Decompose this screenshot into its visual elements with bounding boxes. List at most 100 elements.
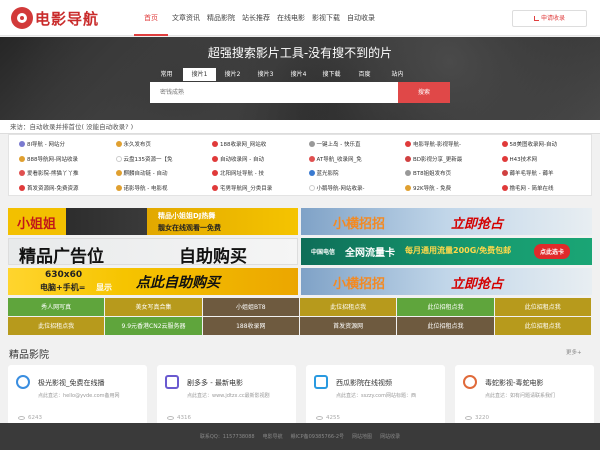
tab-search-download[interactable]: 搜下载 (315, 68, 348, 81)
text-ad-link[interactable]: 秀人网写真 (8, 298, 106, 317)
link-item[interactable]: 北阳网址导航 - 技 (212, 166, 309, 181)
ad-telecom-desc: 每月通用流量200G/免费包邮 (405, 246, 512, 255)
footer-link: 联系QQ：1157738088 (199, 434, 255, 440)
submit-site-button[interactable]: 申请收录 (512, 10, 587, 27)
link-label: 蓝光影院 (316, 171, 339, 178)
link-item[interactable]: 58美图收录网-自动 (501, 137, 599, 152)
ad-rent-2-title: 小横招招 (333, 277, 386, 292)
link-item[interactable]: BD影视分享_更新最 (405, 152, 502, 167)
cinema-card[interactable]: 西瓜影院在线视频 点此直达：sszzy.com网站标题：西 4255 (306, 365, 445, 425)
ad-banner-rent-1[interactable]: 小横招招 立即抢占 (301, 208, 592, 235)
card-description: 点此直达：如有问题请联系我们 (485, 393, 556, 399)
link-label: 北阳网址导航 - 技 (220, 171, 264, 178)
text-ad-link[interactable]: 此位招租点我 (299, 298, 398, 317)
link-item[interactable]: 永久发布页 (115, 137, 213, 152)
site-favicon-icon (405, 141, 411, 148)
link-item[interactable]: 麒麟自动链 - 自动 (115, 166, 213, 181)
site-favicon-icon (115, 155, 122, 162)
text-ad-link[interactable]: 此位招租点我 (397, 298, 495, 317)
nav-downloads[interactable]: 影视下载 (309, 0, 343, 36)
link-item[interactable]: 92K导航 - 免费 (405, 181, 502, 196)
link-item[interactable]: 薅羊毛导航 - 薅羊 (501, 166, 599, 181)
text-ad-link[interactable]: 188收录网 (202, 317, 300, 336)
text-ad-link[interactable]: 小姐姐BT8 (202, 298, 300, 317)
tab-baidu[interactable]: 百度 (348, 68, 381, 81)
ad-display-label: 显示 (96, 283, 112, 292)
nav-auto-collect[interactable]: 自动收录 (344, 0, 378, 36)
tab-common[interactable]: 常用 (150, 68, 183, 81)
link-item[interactable]: BT8姐姐发布页 (405, 166, 502, 181)
search-input[interactable] (150, 82, 398, 103)
hero-title: 超强搜索影片工具-没有搜不到的片 (207, 46, 393, 60)
ad-banner-buy[interactable]: 精品广告位 自助购买 (8, 238, 298, 265)
link-item[interactable]: AT导航_收录网_免 (308, 152, 406, 167)
nav-home[interactable]: 首页 (134, 0, 168, 36)
text-ad-link[interactable]: 9.9元香港CN2云服务器 (105, 317, 203, 336)
link-item[interactable]: 8l导航 - 网站分 (19, 137, 116, 152)
link-label: H43技术网 (509, 156, 538, 163)
main-nav: 首页 文章资讯 精品影院 站长推荐 在线电影 影视下载 自动收录 (134, 0, 379, 36)
tab-search-2[interactable]: 搜片2 (216, 68, 249, 81)
link-item[interactable]: 爱看影院-熊猫丫丫推 (19, 166, 116, 181)
text-ad-link[interactable]: 首发资源网 (299, 317, 398, 336)
link-item[interactable]: 电影导航-影视导航- (405, 137, 502, 152)
site-logo[interactable]: 电影导航 (11, 7, 99, 29)
footer-link[interactable]: 网站收录 (380, 433, 400, 440)
tab-search-1[interactable]: 搜片1 (183, 68, 216, 81)
link-label: 撸毛网 - 简单在线 (509, 185, 554, 192)
footer-link[interactable]: 赣ICP备09385766-2号 (291, 433, 344, 440)
nav-cinema[interactable]: 精品影院 (204, 0, 238, 36)
link-item[interactable]: 888导航网-网站收录 (19, 152, 116, 167)
text-ad-link[interactable]: 美女写真合集 (105, 298, 203, 317)
ad-telecom-cta: 点此选卡 (534, 244, 571, 259)
links-box: 8l导航 - 网站分 永久发布页 188收录网_网站收 一键上岛 - 快乐直 电影导航-… (8, 134, 592, 196)
text-ad-link[interactable]: 此位招租点我 (494, 317, 592, 336)
snake-icon (463, 375, 477, 389)
nav-online-movies[interactable]: 在线电影 (274, 0, 308, 36)
link-item[interactable]: 自动收录网 - 自动 (212, 152, 309, 167)
link-item[interactable]: 小鹅导航-网站收录- (308, 181, 406, 196)
ad-banner-telecom[interactable]: 中国电信 全网流量卡 每月通用流量200G/免费包邮 点此选卡 (301, 238, 592, 265)
cinema-card[interactable]: 剧多多 - 最新电影 点此直达：www.jdtzx.cc最新影视剧 4316 (157, 365, 296, 425)
text-ad-row-2: 此位招租点我 9.9元香港CN2云服务器 188收录网 首发资源网 此位招租点我 此位招租… (8, 317, 592, 336)
ad-size-label: 630x60 (45, 270, 83, 280)
link-item[interactable]: 诺影导航 - 电影视 (115, 181, 213, 196)
tab-search-4[interactable]: 搜片4 (282, 68, 315, 81)
cinema-card[interactable]: 极光影视_免费在线播 点此直达：hello@yvde.com备用网 6243 (8, 365, 147, 425)
search-button[interactable]: 搜索 (398, 82, 450, 103)
cinema-card[interactable]: 毒蛇影视-毒蛇电影 点此直达：如有问题请联系我们 3220 (455, 365, 594, 425)
site-favicon-icon (308, 170, 315, 177)
text-ad-link[interactable]: 此位招租点我 (397, 317, 495, 336)
link-item[interactable]: 一键上岛 - 快乐直 (308, 137, 406, 152)
link-item[interactable]: 撸毛网 - 简单在线 (501, 181, 599, 196)
tab-site[interactable]: 站内 (381, 68, 414, 81)
ad-rent-1-cta: 立即抢占 (451, 217, 504, 232)
link-label: AT导航_收录网_免 (316, 156, 362, 163)
link-item[interactable]: 188收录网_网站收 (212, 137, 309, 152)
ad-dj-desc: 靓女在线观看一免费 (158, 224, 221, 232)
nav-recommend[interactable]: 站长推荐 (239, 0, 273, 36)
footer-link[interactable]: 电影导航 (263, 433, 283, 440)
link-item[interactable]: 蓝光影院 (308, 166, 406, 181)
link-item[interactable]: H43技术网 (501, 152, 599, 167)
link-label: 888导航网-网站收录 (27, 156, 78, 163)
footer-link[interactable]: 网站地图 (352, 433, 372, 440)
site-favicon-icon (212, 170, 218, 177)
link-item[interactable]: 宅男导航网_分类目录 (212, 181, 309, 196)
ad-dj-subtitle: 精品小姐姐DJ热舞 (158, 212, 216, 220)
tab-search-3[interactable]: 搜片3 (249, 68, 282, 81)
nav-articles[interactable]: 文章资讯 (169, 0, 203, 36)
ad-banner-dj[interactable]: 小姐姐 精品小姐姐DJ热舞 靓女在线观看一免费 (8, 208, 298, 235)
link-item[interactable]: 云盘135资源一【免 (115, 152, 213, 167)
link-label: 云盘135资源一【免 (123, 156, 173, 163)
text-ad-link[interactable]: 此位招租点我 (494, 298, 592, 317)
text-ad-link[interactable]: 此位招租点我 (8, 317, 106, 336)
ad-banner-630x60[interactable]: 630x60 电脑+手机= 显示 点此自助购买 (8, 268, 298, 295)
search-box: 搜索 (150, 82, 450, 103)
ad-banner-rent-2[interactable]: 小横招招 立即抢占 (301, 268, 592, 295)
site-favicon-icon (115, 141, 122, 148)
ad-buy-title: 精品广告位 (19, 247, 104, 265)
more-link[interactable]: 更多+ (566, 348, 582, 356)
eye-icon (167, 416, 174, 420)
link-item[interactable]: 首发资源网-免费资源 (19, 181, 116, 196)
